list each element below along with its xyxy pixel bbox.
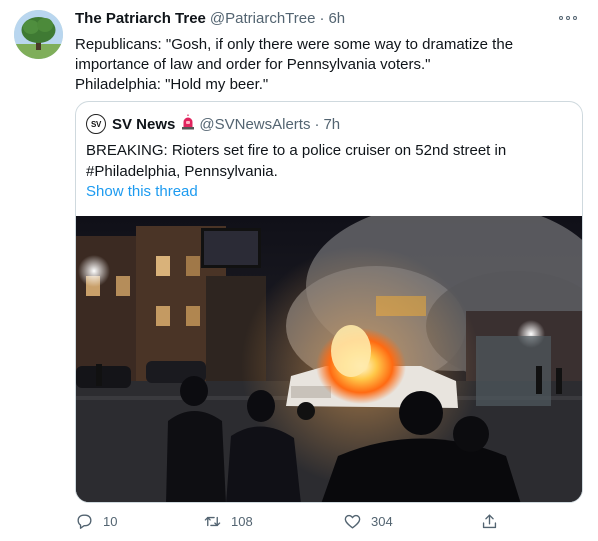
header-separator: · (319, 10, 325, 27)
burning-police-car-photo[interactable] (76, 216, 582, 502)
quoted-avatar[interactable]: SV (86, 114, 106, 134)
siren-emoji-icon (180, 114, 196, 134)
tweet-body: The Patriarch Tree @PatriarchTree · 6h R… (75, 10, 585, 95)
tweet-timestamp[interactable]: 6h (328, 10, 345, 27)
quoted-tweet-card[interactable]: SV SV News @SVNewsAlerts · 7h BREAKING: … (75, 101, 583, 503)
retweet-button[interactable]: 108 (203, 512, 253, 531)
quoted-tweet-header: SV SV News @SVNewsAlerts · 7h (86, 114, 340, 134)
reply-count: 10 (103, 514, 118, 529)
tweet-actions: 10 108 304 (75, 512, 515, 532)
more-dots-icon[interactable] (559, 13, 577, 23)
reply-icon (77, 514, 92, 529)
tweet-text-line: Philadelphia: "Hold my beer." (75, 76, 269, 93)
tweet-text: Republicans: "Gosh, if only there were s… (75, 35, 585, 95)
share-button[interactable] (480, 512, 499, 531)
tree-avatar-icon (14, 10, 63, 59)
tweet-text-line: Republicans: "Gosh, if only there were s… (75, 36, 514, 53)
heart-icon (344, 514, 361, 529)
reply-button[interactable]: 10 (75, 512, 117, 531)
quoted-text-line: BREAKING: Rioters set fire to a police c… (86, 142, 507, 159)
quoted-tweet-text: BREAKING: Rioters set fire to a police c… (86, 140, 506, 182)
author-handle[interactable]: @PatriarchTree (210, 10, 316, 27)
tweet-text-line: importance of law and order for Pennsylv… (75, 56, 431, 73)
tweet-header: The Patriarch Tree @PatriarchTree · 6h (75, 10, 585, 30)
quoted-separator: · (314, 115, 320, 133)
quoted-text-line: #Philadelphia, Pennsylvania. (86, 163, 278, 180)
quoted-timestamp[interactable]: 7h (323, 116, 340, 133)
retweet-count: 108 (231, 514, 253, 529)
like-button[interactable]: 304 (343, 512, 393, 531)
photo-scene (76, 216, 582, 502)
show-thread-link[interactable]: Show this thread (86, 183, 198, 200)
retweet-icon (204, 516, 221, 527)
quoted-display-name[interactable]: SV News (112, 116, 175, 133)
author-display-name[interactable]: The Patriarch Tree (75, 10, 206, 27)
author-avatar[interactable] (14, 10, 63, 59)
share-icon (482, 514, 497, 529)
like-count: 304 (371, 514, 393, 529)
quoted-handle[interactable]: @SVNewsAlerts (199, 116, 310, 133)
